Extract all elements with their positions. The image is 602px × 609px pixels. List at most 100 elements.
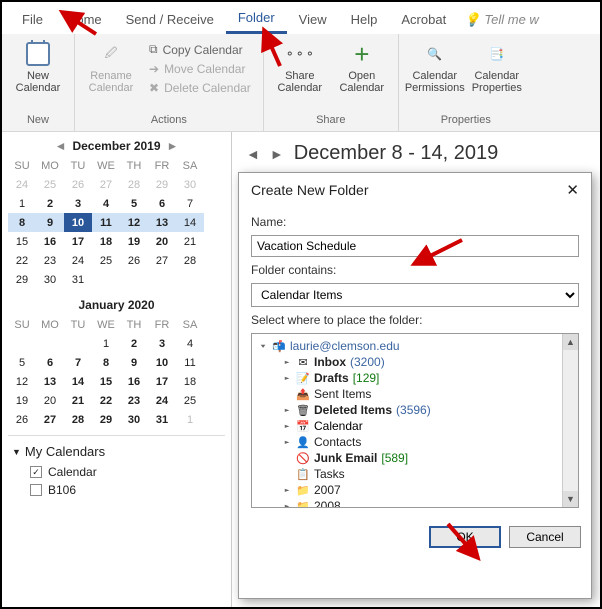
expand-icon[interactable]: ▸ [282,486,292,494]
day-cell[interactable]: 16 [120,372,148,391]
day-cell[interactable]: 3 [148,334,176,353]
day-cell[interactable]: 11 [176,353,204,372]
day-cell[interactable]: 19 [8,391,36,410]
day-cell[interactable]: 2 [36,194,64,213]
day-cell[interactable]: 25 [176,391,204,410]
day-cell[interactable]: 30 [120,410,148,429]
day-cell[interactable]: 27 [148,251,176,270]
day-cell[interactable]: 1 [8,194,36,213]
day-cell[interactable]: 17 [64,232,92,251]
day-cell[interactable]: 28 [64,410,92,429]
day-cell[interactable]: 20 [148,232,176,251]
calendar-properties-button[interactable]: 📑 Calendar Properties [469,40,525,94]
day-cell[interactable]: 30 [176,175,204,194]
day-cell[interactable]: 1 [176,410,204,429]
day-cell[interactable]: 18 [92,232,120,251]
day-cell[interactable]: 14 [64,372,92,391]
expand-icon[interactable]: ▸ [282,438,292,446]
day-cell[interactable]: 25 [92,251,120,270]
day-cell[interactable]: 22 [92,391,120,410]
day-cell[interactable]: 15 [92,372,120,391]
day-cell[interactable]: 26 [120,251,148,270]
day-cell[interactable]: 31 [64,270,92,289]
day-cell[interactable]: 6 [36,353,64,372]
day-cell[interactable]: 5 [8,353,36,372]
day-cell[interactable]: 8 [8,213,36,232]
my-calendars-header[interactable]: ▼My Calendars [12,444,221,459]
copy-calendar-button[interactable]: ⧉Copy Calendar [145,40,255,59]
next-week-button[interactable]: ► [270,146,284,162]
day-cell[interactable]: 29 [148,175,176,194]
expand-icon[interactable]: ▸ [282,406,292,414]
day-cell[interactable]: 19 [120,232,148,251]
checkbox-icon[interactable] [30,484,42,496]
tree-item[interactable]: ▸✉ Inbox (3200) [256,354,574,370]
day-cell[interactable]: 3 [64,194,92,213]
tab-home[interactable]: Home [55,7,114,33]
day-cell[interactable]: 17 [148,372,176,391]
day-cell[interactable]: 11 [92,213,120,232]
expand-icon[interactable]: ▾ [258,342,268,350]
day-cell[interactable]: 28 [120,175,148,194]
day-cell[interactable]: 26 [64,175,92,194]
day-cell[interactable]: 4 [176,334,204,353]
share-calendar-button[interactable]: ⚬⚬⚬ Share Calendar [272,40,328,94]
day-cell[interactable]: 29 [8,270,36,289]
tree-item[interactable]: ▾📬 laurie@clemson.edu [256,338,574,354]
next-month-button[interactable]: ► [167,139,179,153]
day-cell[interactable]: 30 [36,270,64,289]
expand-icon[interactable]: ▸ [282,374,292,382]
prev-month-button[interactable]: ◄ [55,139,67,153]
day-cell[interactable]: 15 [8,232,36,251]
close-icon[interactable]: ✕ [566,181,579,199]
day-cell[interactable]: 24 [8,175,36,194]
folder-tree[interactable]: ▾📬 laurie@clemson.edu▸✉ Inbox (3200)▸📝 D… [251,333,579,508]
cancel-button[interactable]: Cancel [509,526,581,548]
folder-name-input[interactable] [251,235,579,257]
expand-icon[interactable]: ▸ [282,502,292,508]
day-cell[interactable]: 20 [36,391,64,410]
day-cell[interactable]: 16 [36,232,64,251]
ok-button[interactable]: OK [429,526,501,548]
tab-acrobat[interactable]: Acrobat [389,7,458,33]
day-cell[interactable]: 5 [120,194,148,213]
day-cell[interactable]: 14 [176,213,204,232]
tab-view[interactable]: View [287,7,339,33]
scroll-down-icon[interactable]: ▼ [563,491,578,507]
day-cell[interactable]: 12 [8,372,36,391]
day-cell[interactable]: 23 [36,251,64,270]
tab-folder[interactable]: Folder [226,5,287,34]
day-cell[interactable]: 22 [8,251,36,270]
day-cell[interactable]: 8 [92,353,120,372]
day-cell[interactable]: 24 [64,251,92,270]
day-cell[interactable]: 28 [176,251,204,270]
tab-send-receive[interactable]: Send / Receive [114,7,226,33]
day-cell[interactable]: 10 [64,213,92,232]
day-cell[interactable]: 21 [176,232,204,251]
day-cell[interactable]: 21 [64,391,92,410]
tell-me[interactable]: 💡Tell me w [464,12,539,28]
day-cell[interactable]: 18 [176,372,204,391]
tree-item[interactable]: ▸📝 Drafts [129] [256,370,574,386]
tree-item[interactable]: 📤 Sent Items [256,386,574,402]
tree-item[interactable]: ▸🗑 Deleted Items (3596) [256,402,574,418]
tree-item[interactable]: ▸📁 2008 [256,498,574,508]
tree-item[interactable]: ▸📁 2007 [256,482,574,498]
day-cell[interactable]: 12 [120,213,148,232]
day-cell[interactable]: 10 [148,353,176,372]
calendar-list-item[interactable]: ✓Calendar [12,463,221,481]
checkbox-icon[interactable]: ✓ [30,466,42,478]
day-cell[interactable]: 26 [8,410,36,429]
tree-item[interactable]: ▸📅 Calendar [256,418,574,434]
open-calendar-button[interactable]: + Open Calendar [334,40,390,94]
day-cell[interactable]: 27 [92,175,120,194]
day-cell[interactable]: 1 [92,334,120,353]
day-cell[interactable]: 6 [148,194,176,213]
day-cell[interactable]: 23 [120,391,148,410]
day-cell[interactable]: 2 [120,334,148,353]
day-cell[interactable]: 13 [148,213,176,232]
day-cell[interactable]: 7 [64,353,92,372]
calendar-permissions-button[interactable]: 🔍 Calendar Permissions [407,40,463,94]
tree-item[interactable]: 📋 Tasks [256,466,574,482]
scroll-up-icon[interactable]: ▲ [563,334,578,350]
